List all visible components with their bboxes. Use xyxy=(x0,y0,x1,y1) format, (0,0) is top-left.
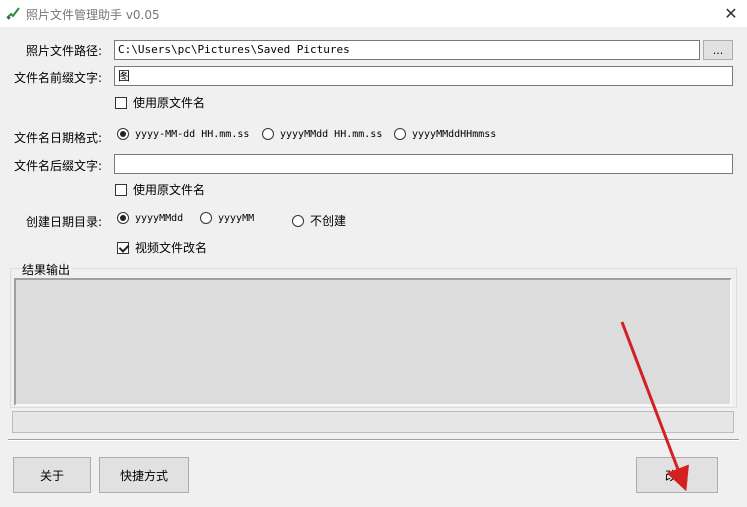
radio-icon xyxy=(262,128,274,140)
radio-icon xyxy=(394,128,406,140)
path-input[interactable]: C:\Users\pc\Pictures\Saved Pictures xyxy=(114,40,700,60)
suffix-original-checkbox[interactable]: 使用原文件名 xyxy=(115,181,205,198)
about-button[interactable]: 关于 xyxy=(13,457,91,493)
date-dir-option-1[interactable]: yyyyMMdd xyxy=(117,212,183,224)
suffix-input[interactable] xyxy=(114,154,733,174)
annotation-arrow-icon xyxy=(620,321,689,492)
shortcut-button[interactable]: 快捷方式 xyxy=(99,457,189,493)
checkbox-icon xyxy=(115,96,127,109)
close-button[interactable]: ✕ xyxy=(715,0,747,27)
window-title: 照片文件管理助手 v0.05 xyxy=(26,8,160,22)
date-dir-option-label: 不创建 xyxy=(310,214,347,228)
checkbox-checked-icon xyxy=(117,241,129,254)
suffix-label: 文件名后缀文字: xyxy=(13,159,102,173)
main-panel: 照片文件路径: C:\Users\pc\Pictures\Saved Pictu… xyxy=(0,27,747,507)
browse-button[interactable]: ... xyxy=(703,40,733,60)
date-dir-label: 创建日期目录: xyxy=(25,215,102,229)
output-group-label: 结果输出 xyxy=(20,261,73,278)
video-rename-checkbox[interactable]: 视频文件改名 xyxy=(117,239,207,256)
date-format-option-label: yyyyMMdd HH.mm.ss xyxy=(280,128,383,140)
radio-icon xyxy=(200,212,212,224)
checkbox-icon xyxy=(115,183,127,196)
date-dir-option-3[interactable]: 不创建 xyxy=(292,212,346,229)
title-bar: 照片文件管理助手 v0.05 ✕ xyxy=(0,0,747,27)
date-format-option-2[interactable]: yyyyMMdd HH.mm.ss xyxy=(262,128,382,140)
date-dir-option-2[interactable]: yyyyMM xyxy=(200,212,254,224)
date-dir-option-label: yyyyMMdd xyxy=(135,212,184,224)
video-rename-label: 视频文件改名 xyxy=(135,241,208,255)
date-format-option-1[interactable]: yyyy-MM-dd HH.mm.ss xyxy=(117,128,249,140)
path-label: 照片文件路径: xyxy=(25,44,102,58)
prefix-input[interactable]: 图 xyxy=(114,66,733,86)
suffix-original-label: 使用原文件名 xyxy=(133,183,206,197)
date-format-label: 文件名日期格式: xyxy=(13,131,102,145)
radio-selected-icon xyxy=(117,128,129,140)
radio-selected-icon xyxy=(117,212,129,224)
date-dir-option-label: yyyyMM xyxy=(218,212,255,224)
date-format-option-label: yyyy-MM-dd HH.mm.ss xyxy=(135,128,250,140)
app-icon xyxy=(6,7,20,20)
date-format-option-3[interactable]: yyyyMMddHHmmss xyxy=(394,128,496,140)
radio-icon xyxy=(292,214,304,227)
prefix-label: 文件名前缀文字: xyxy=(13,71,102,85)
date-format-option-label: yyyyMMddHHmmss xyxy=(412,128,497,140)
prefix-original-checkbox[interactable]: 使用原文件名 xyxy=(115,94,205,111)
prefix-original-label: 使用原文件名 xyxy=(133,96,206,110)
close-icon: ✕ xyxy=(724,4,738,23)
